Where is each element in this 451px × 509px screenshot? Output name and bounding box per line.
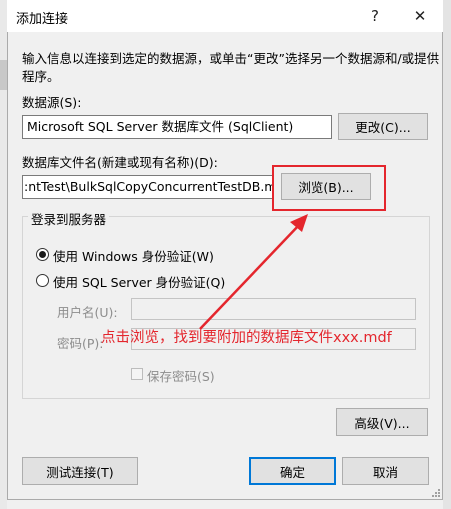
cancel-button[interactable]: 取消	[342, 457, 429, 485]
arrow-head	[290, 214, 308, 232]
advanced-button[interactable]: 高级(V)...	[336, 408, 428, 436]
ok-button[interactable]: 确定	[249, 457, 336, 485]
arrow-line	[199, 223, 301, 330]
test-connection-button[interactable]: 测试连接(T)	[22, 457, 138, 485]
resize-grip-icon[interactable]	[431, 488, 441, 498]
